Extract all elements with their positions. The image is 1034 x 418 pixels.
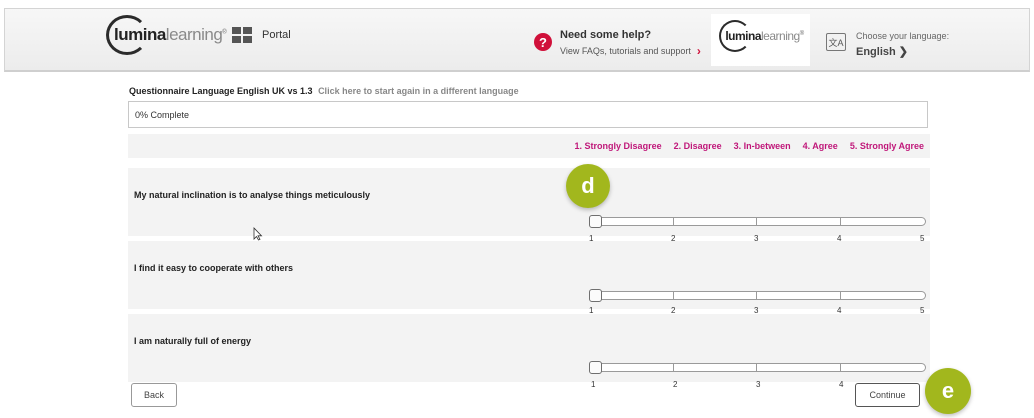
lumina-logo[interactable]: luminalearning® bbox=[106, 13, 227, 57]
questionnaire-language-text: Questionnaire Language English UK vs 1.3 bbox=[129, 86, 313, 96]
logo-wordmark: luminalearning® bbox=[725, 29, 804, 43]
help-subtitle: View FAQs, tutorials and support bbox=[560, 46, 691, 56]
question-row: My natural inclination is to analyse thi… bbox=[128, 168, 930, 243]
question-row: I am naturally full of energy 1 2 3 4 bbox=[128, 314, 930, 389]
lumina-logo-secondary: luminalearning® bbox=[711, 14, 810, 66]
scale-label-4: 4. Agree bbox=[802, 141, 838, 151]
question-text: I find it easy to cooperate with others bbox=[134, 263, 294, 273]
chevron-right-icon: › bbox=[696, 44, 701, 58]
language-value: English ❯ bbox=[856, 46, 908, 58]
rating-slider[interactable] bbox=[589, 215, 926, 228]
help-title: Need some help? bbox=[560, 29, 652, 41]
portal-label: Portal bbox=[262, 29, 291, 41]
question-text: My natural inclination is to analyse thi… bbox=[134, 190, 371, 200]
rating-slider[interactable] bbox=[589, 289, 926, 302]
logo-wordmark: luminalearning® bbox=[114, 25, 227, 44]
language-label: Choose your language: bbox=[856, 31, 950, 41]
questionnaire-language: Questionnaire Language English UK vs 1.3… bbox=[129, 86, 519, 96]
slider-handle[interactable] bbox=[589, 361, 602, 374]
question-text: I am naturally full of energy bbox=[134, 336, 252, 346]
scale-legend: 1. Strongly Disagree 2. Disagree 3. In-b… bbox=[128, 134, 930, 158]
annotation-badge-d: d bbox=[566, 164, 610, 208]
translate-icon: 文A bbox=[826, 33, 846, 51]
annotation-badge-e: e bbox=[925, 368, 971, 414]
rating-slider[interactable] bbox=[589, 361, 926, 374]
slider-handle[interactable] bbox=[589, 215, 602, 228]
mouse-pointer-icon bbox=[253, 227, 263, 241]
scale-label-5: 5. Strongly Agree bbox=[849, 141, 924, 151]
portal-link[interactable]: Portal bbox=[232, 27, 291, 43]
slider-handle[interactable] bbox=[589, 289, 602, 302]
scale-label-1: 1. Strongly Disagree bbox=[574, 141, 662, 151]
question-row: I find it easy to cooperate with others … bbox=[128, 241, 930, 315]
progress-box: 0% Complete bbox=[128, 101, 928, 128]
help-link[interactable]: ? Need some help? View FAQs, tutorials a… bbox=[534, 29, 701, 58]
restart-language-link[interactable]: Click here to start again in a different… bbox=[318, 86, 519, 96]
continue-button[interactable]: Continue bbox=[855, 383, 920, 407]
scale-label-2: 2. Disagree bbox=[673, 141, 722, 151]
scale-label-3: 3. In-between bbox=[733, 141, 791, 151]
grid-icon bbox=[232, 27, 252, 43]
language-selector[interactable]: Choose your language: English ❯ bbox=[856, 31, 949, 58]
back-button[interactable]: Back bbox=[131, 383, 177, 407]
question-icon: ? bbox=[534, 33, 552, 51]
